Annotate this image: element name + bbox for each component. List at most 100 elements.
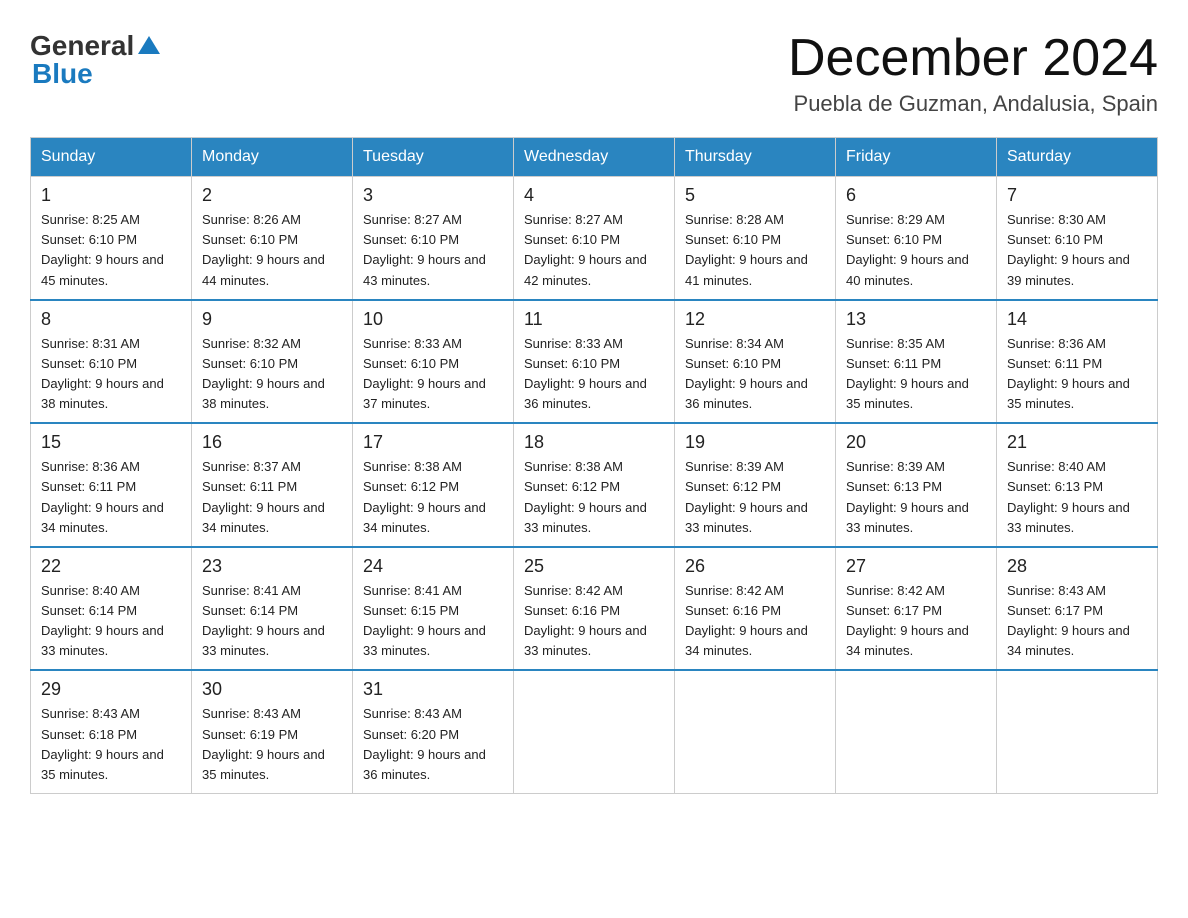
- calendar-day-cell: 10 Sunrise: 8:33 AMSunset: 6:10 PMDayligh…: [353, 300, 514, 424]
- calendar-day-cell: 21Sunrise: 8:40 AMSunset: 6:13 PMDayligh…: [997, 423, 1158, 547]
- calendar-day-cell: 18Sunrise: 8:38 AMSunset: 6:12 PMDayligh…: [514, 423, 675, 547]
- calendar-day-cell: 6 Sunrise: 8:29 AMSunset: 6:10 PMDaylight…: [836, 177, 997, 300]
- day-info: Sunrise: 8:41 AMSunset: 6:14 PMDaylight:…: [202, 583, 325, 658]
- day-info: Sunrise: 8:42 AMSunset: 6:16 PMDaylight:…: [524, 583, 647, 658]
- day-number: 5: [685, 185, 825, 206]
- calendar-day-cell: 30 Sunrise: 8:43 AMSunset: 6:19 PMDayligh…: [192, 670, 353, 793]
- day-info: Sunrise: 8:40 AMSunset: 6:13 PMDaylight:…: [1007, 459, 1130, 534]
- calendar-day-cell: 29 Sunrise: 8:43 AMSunset: 6:18 PMDayligh…: [31, 670, 192, 793]
- title-block: December 2024 Puebla de Guzman, Andalusi…: [788, 30, 1158, 117]
- day-info: Sunrise: 8:29 AMSunset: 6:10 PMDaylight:…: [846, 212, 969, 287]
- calendar-day-cell: 17Sunrise: 8:38 AMSunset: 6:12 PMDayligh…: [353, 423, 514, 547]
- calendar-day-cell: 15 Sunrise: 8:36 AMSunset: 6:11 PMDayligh…: [31, 423, 192, 547]
- calendar-week-row: 15 Sunrise: 8:36 AMSunset: 6:11 PMDayligh…: [31, 423, 1158, 547]
- page-header: General Blue December 2024 Puebla de Guz…: [30, 30, 1158, 117]
- day-number: 15: [41, 432, 181, 453]
- day-info: Sunrise: 8:43 AMSunset: 6:19 PMDaylight:…: [202, 706, 325, 781]
- day-header-monday: Monday: [192, 138, 353, 177]
- calendar-day-cell: 28Sunrise: 8:43 AMSunset: 6:17 PMDayligh…: [997, 547, 1158, 671]
- day-info: Sunrise: 8:40 AMSunset: 6:14 PMDaylight:…: [41, 583, 164, 658]
- day-number: 16: [202, 432, 342, 453]
- day-number: 31: [363, 679, 503, 700]
- day-info: Sunrise: 8:35 AMSunset: 6:11 PMDaylight:…: [846, 336, 969, 411]
- calendar-empty-cell: [997, 670, 1158, 793]
- calendar-subtitle: Puebla de Guzman, Andalusia, Spain: [788, 91, 1158, 117]
- day-number: 18: [524, 432, 664, 453]
- calendar-day-cell: 4Sunrise: 8:27 AMSunset: 6:10 PMDaylight…: [514, 177, 675, 300]
- day-info: Sunrise: 8:36 AMSunset: 6:11 PMDaylight:…: [41, 459, 164, 534]
- day-number: 13: [846, 309, 986, 330]
- calendar-day-cell: 22Sunrise: 8:40 AMSunset: 6:14 PMDayligh…: [31, 547, 192, 671]
- day-info: Sunrise: 8:41 AMSunset: 6:15 PMDaylight:…: [363, 583, 486, 658]
- day-number: 27: [846, 556, 986, 577]
- calendar-title: December 2024: [788, 30, 1158, 87]
- calendar-header-row: SundayMondayTuesdayWednesdayThursdayFrid…: [31, 138, 1158, 177]
- day-info: Sunrise: 8:42 AMSunset: 6:17 PMDaylight:…: [846, 583, 969, 658]
- day-info: Sunrise: 8:27 AMSunset: 6:10 PMDaylight:…: [524, 212, 647, 287]
- day-info: Sunrise: 8:28 AMSunset: 6:10 PMDaylight:…: [685, 212, 808, 287]
- day-header-friday: Friday: [836, 138, 997, 177]
- day-info: Sunrise: 8:43 AMSunset: 6:20 PMDaylight:…: [363, 706, 486, 781]
- calendar-day-cell: 25 Sunrise: 8:42 AMSunset: 6:16 PMDayligh…: [514, 547, 675, 671]
- day-number: 1: [41, 185, 181, 206]
- calendar-day-cell: 26Sunrise: 8:42 AMSunset: 6:16 PMDayligh…: [675, 547, 836, 671]
- day-info: Sunrise: 8:36 AMSunset: 6:11 PMDaylight:…: [1007, 336, 1130, 411]
- day-number: 20: [846, 432, 986, 453]
- calendar-day-cell: 19 Sunrise: 8:39 AMSunset: 6:12 PMDayligh…: [675, 423, 836, 547]
- calendar-empty-cell: [514, 670, 675, 793]
- calendar-day-cell: 11Sunrise: 8:33 AMSunset: 6:10 PMDayligh…: [514, 300, 675, 424]
- logo: General Blue: [30, 30, 160, 90]
- day-number: 25: [524, 556, 664, 577]
- day-number: 29: [41, 679, 181, 700]
- day-header-thursday: Thursday: [675, 138, 836, 177]
- day-info: Sunrise: 8:38 AMSunset: 6:12 PMDaylight:…: [363, 459, 486, 534]
- calendar-week-row: 29 Sunrise: 8:43 AMSunset: 6:18 PMDayligh…: [31, 670, 1158, 793]
- day-info: Sunrise: 8:39 AMSunset: 6:13 PMDaylight:…: [846, 459, 969, 534]
- calendar-day-cell: 23Sunrise: 8:41 AMSunset: 6:14 PMDayligh…: [192, 547, 353, 671]
- calendar-day-cell: 8Sunrise: 8:31 AMSunset: 6:10 PMDaylight…: [31, 300, 192, 424]
- day-info: Sunrise: 8:25 AMSunset: 6:10 PMDaylight:…: [41, 212, 164, 287]
- day-number: 2: [202, 185, 342, 206]
- day-number: 19: [685, 432, 825, 453]
- day-info: Sunrise: 8:39 AMSunset: 6:12 PMDaylight:…: [685, 459, 808, 534]
- calendar-day-cell: 31 Sunrise: 8:43 AMSunset: 6:20 PMDayligh…: [353, 670, 514, 793]
- day-number: 11: [524, 309, 664, 330]
- calendar-day-cell: 14 Sunrise: 8:36 AMSunset: 6:11 PMDayligh…: [997, 300, 1158, 424]
- logo-triangle-icon: [138, 34, 160, 56]
- calendar-week-row: 1 Sunrise: 8:25 AMSunset: 6:10 PMDaylight…: [31, 177, 1158, 300]
- day-number: 26: [685, 556, 825, 577]
- day-header-saturday: Saturday: [997, 138, 1158, 177]
- day-number: 30: [202, 679, 342, 700]
- day-info: Sunrise: 8:30 AMSunset: 6:10 PMDaylight:…: [1007, 212, 1130, 287]
- calendar-day-cell: 13 Sunrise: 8:35 AMSunset: 6:11 PMDayligh…: [836, 300, 997, 424]
- calendar-day-cell: 1 Sunrise: 8:25 AMSunset: 6:10 PMDaylight…: [31, 177, 192, 300]
- calendar-day-cell: 3Sunrise: 8:27 AMSunset: 6:10 PMDaylight…: [353, 177, 514, 300]
- day-info: Sunrise: 8:31 AMSunset: 6:10 PMDaylight:…: [41, 336, 164, 411]
- day-info: Sunrise: 8:37 AMSunset: 6:11 PMDaylight:…: [202, 459, 325, 534]
- day-number: 12: [685, 309, 825, 330]
- calendar-empty-cell: [675, 670, 836, 793]
- day-number: 6: [846, 185, 986, 206]
- day-header-tuesday: Tuesday: [353, 138, 514, 177]
- day-info: Sunrise: 8:27 AMSunset: 6:10 PMDaylight:…: [363, 212, 486, 287]
- day-number: 14: [1007, 309, 1147, 330]
- day-info: Sunrise: 8:33 AMSunset: 6:10 PMDaylight:…: [363, 336, 486, 411]
- calendar-empty-cell: [836, 670, 997, 793]
- calendar-day-cell: 27 Sunrise: 8:42 AMSunset: 6:17 PMDayligh…: [836, 547, 997, 671]
- calendar-day-cell: 24Sunrise: 8:41 AMSunset: 6:15 PMDayligh…: [353, 547, 514, 671]
- day-header-sunday: Sunday: [31, 138, 192, 177]
- day-info: Sunrise: 8:26 AMSunset: 6:10 PMDaylight:…: [202, 212, 325, 287]
- calendar-day-cell: 20 Sunrise: 8:39 AMSunset: 6:13 PMDayligh…: [836, 423, 997, 547]
- day-header-wednesday: Wednesday: [514, 138, 675, 177]
- calendar-week-row: 8Sunrise: 8:31 AMSunset: 6:10 PMDaylight…: [31, 300, 1158, 424]
- calendar-table: SundayMondayTuesdayWednesdayThursdayFrid…: [30, 137, 1158, 794]
- calendar-day-cell: 5 Sunrise: 8:28 AMSunset: 6:10 PMDaylight…: [675, 177, 836, 300]
- day-info: Sunrise: 8:43 AMSunset: 6:18 PMDaylight:…: [41, 706, 164, 781]
- calendar-day-cell: 2 Sunrise: 8:26 AMSunset: 6:10 PMDaylight…: [192, 177, 353, 300]
- calendar-day-cell: 12Sunrise: 8:34 AMSunset: 6:10 PMDayligh…: [675, 300, 836, 424]
- day-info: Sunrise: 8:32 AMSunset: 6:10 PMDaylight:…: [202, 336, 325, 411]
- day-number: 28: [1007, 556, 1147, 577]
- day-number: 10: [363, 309, 503, 330]
- logo-blue-text: Blue: [32, 58, 93, 89]
- day-number: 9: [202, 309, 342, 330]
